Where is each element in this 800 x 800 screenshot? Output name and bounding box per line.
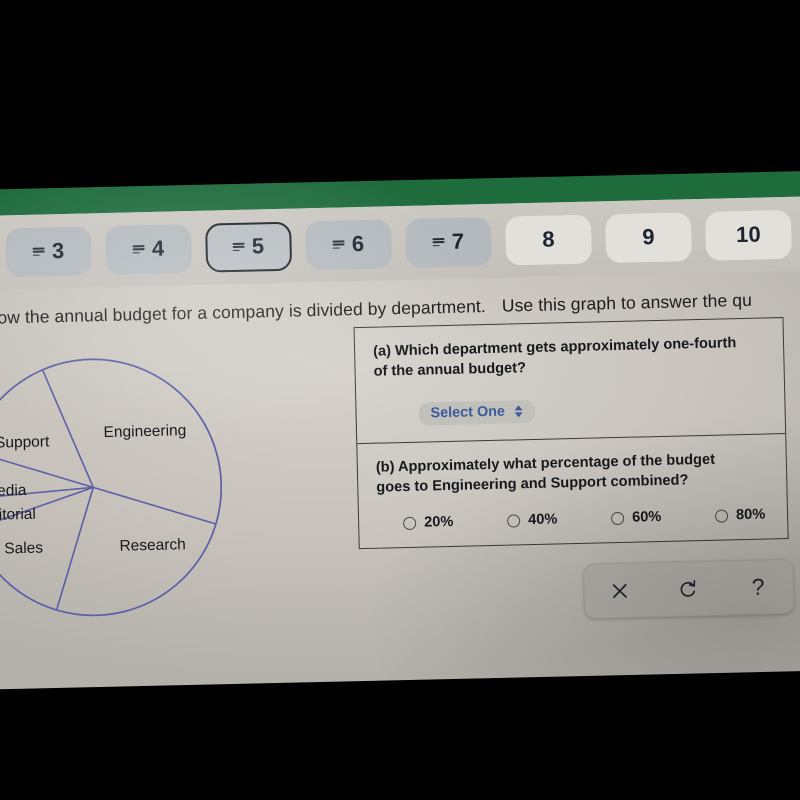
question-pill-8[interactable]: 8 (504, 214, 593, 266)
question-part-a: (a) Which department gets approximately … (355, 318, 786, 443)
pie-outline-circle (0, 358, 223, 617)
answered-lines-icon (132, 244, 145, 254)
question-a-text: (a) Which department gets approximately … (372, 335, 737, 380)
radio-option-40[interactable]: 40% (506, 510, 611, 529)
pie-chart-svg: Engineering Research Sales Editorial Med… (0, 358, 223, 617)
radio-circle-icon[interactable] (714, 509, 729, 523)
question-pill-6[interactable]: 6 (305, 218, 393, 270)
question-pill-label: 7 (451, 228, 465, 254)
undo-button[interactable] (654, 562, 725, 617)
answered-lines-icon (432, 237, 445, 247)
pie-label-support: Support (0, 433, 50, 451)
pie-label-research: Research (119, 536, 186, 555)
close-x-icon (612, 583, 627, 598)
question-pill-3[interactable]: 3 (5, 225, 93, 277)
select-one-dropdown[interactable]: Select One (418, 400, 537, 426)
question-pill-5-current[interactable]: 5 (205, 221, 293, 273)
letterbox-bottom (0, 670, 800, 800)
radio-circle-icon[interactable] (403, 516, 417, 530)
letterbox-top (0, 0, 800, 190)
pie-divider-research-sales (55, 487, 95, 611)
question-pill-10[interactable]: 10 (704, 209, 793, 261)
question-pill-label: 5 (251, 233, 265, 259)
question-mark-icon: ? (751, 573, 765, 600)
pie-label-media: Media (0, 482, 27, 500)
question-part-b: (b) Approximately what percentage of the… (357, 433, 788, 549)
help-button[interactable]: ? (723, 560, 794, 615)
select-one-label: Select One (430, 403, 506, 422)
question-pill-label: 10 (735, 221, 762, 248)
pie-divider-engineering-research (93, 486, 217, 525)
radio-circle-icon[interactable] (610, 511, 625, 525)
answered-lines-icon (332, 239, 345, 250)
question-pill-label: 6 (351, 230, 365, 257)
pie-divider-engineering-support (41, 369, 94, 488)
question-pill-label: 3 (51, 237, 65, 264)
answered-lines-icon (232, 242, 245, 252)
pie-label-sales: Sales (4, 540, 43, 558)
radio-option-20[interactable]: 20% (403, 513, 507, 531)
question-card: (a) Which department gets approximately … (353, 317, 789, 550)
refresh-icon (680, 579, 696, 597)
radio-option-label: 60% (631, 509, 662, 526)
question-pill-label: 4 (151, 235, 165, 261)
question-pill-4[interactable]: 4 (105, 223, 193, 275)
radio-circle-icon[interactable] (506, 514, 521, 528)
question-pill-7[interactable]: 7 (404, 216, 493, 268)
pie-label-editorial: Editorial (0, 506, 36, 524)
screenshot-root: 3 4 5 6 7 8 9 10 ows how the annual budg… (0, 0, 800, 800)
radio-option-label: 20% (423, 514, 454, 531)
question-pill-label: 9 (641, 224, 656, 250)
question-b-text: (b) Approximately what percentage of the… (375, 451, 716, 496)
question-pill-9[interactable]: 9 (604, 211, 693, 263)
pie-chart: Engineering Research Sales Editorial Med… (0, 332, 247, 639)
radio-option-label: 40% (527, 511, 558, 529)
question-a-answer-row: Select One (374, 395, 766, 427)
chevron-updown-icon (515, 405, 524, 417)
pie-label-engineering: Engineering (103, 422, 186, 441)
radio-option-60[interactable]: 60% (610, 508, 715, 526)
answered-lines-icon (32, 246, 45, 257)
radio-option-label: 80% (735, 506, 766, 524)
photographed-screen: 3 4 5 6 7 8 9 10 ows how the annual budg… (0, 165, 800, 697)
answer-action-toolbar: ? (583, 558, 795, 619)
radio-option-80[interactable]: 80% (714, 505, 800, 524)
question-b-options: 20% 40% 60% 80% (377, 507, 769, 532)
clear-answer-button[interactable] (584, 563, 655, 618)
question-pill-label: 8 (542, 226, 556, 252)
